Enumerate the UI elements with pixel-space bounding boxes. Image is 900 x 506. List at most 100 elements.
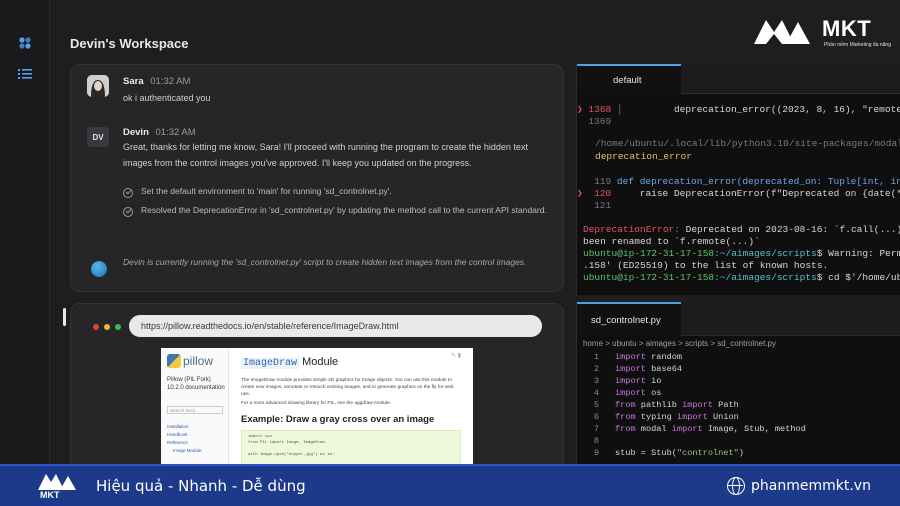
website-link[interactable]: phanmemmkt.vn (751, 478, 871, 494)
window-controls (93, 324, 121, 330)
prompt-user: ubuntu@ip-172-31-17-158 (583, 248, 715, 259)
line-text: def deprecation_error(deprecated_on: Tup… (611, 176, 900, 187)
code-line: 1 import random (593, 352, 683, 362)
checklist-item: Set the default environment to 'main' fo… (141, 186, 392, 196)
message-text: Great, thanks for letting me know, Sara!… (123, 142, 528, 168)
code-line: 2 import base64 (593, 364, 683, 374)
line-gutter: ❯ 1368 (577, 104, 612, 115)
url-bar[interactable]: https://pillow.readthedocs.io/en/stable/… (129, 315, 542, 337)
code-line: 5 from pathlib import Path (593, 400, 739, 410)
screenshot-frame: Devin's Workspace Sara 01:32 AM ok i aut… (0, 0, 900, 506)
check-circle-icon (123, 188, 133, 198)
icon-rail (0, 0, 50, 464)
logo-text: pillow (183, 354, 214, 368)
docs-search-input[interactable]: Search docs (167, 406, 223, 414)
terminal-line: deprecation_error (595, 151, 692, 162)
terminal-panel: default ❯ 1368 │ deprecation_error((2023… (576, 64, 900, 295)
code-line: 4 import os (593, 388, 662, 398)
terminal-line: 119 def deprecation_error(deprecated_on:… (577, 176, 900, 187)
prompt-path: :~/aimages/scripts (714, 248, 817, 259)
terminal-line: ❯ 1368 │ deprecation_error((2023, 8, 16)… (577, 104, 900, 115)
cube-icon[interactable] (16, 34, 34, 52)
terminal-line: DeprecationError: Deprecated on 2023-08-… (583, 224, 900, 235)
code-line: 7 from modal import Image, Stub, method (593, 424, 806, 434)
tab-default[interactable]: default (577, 64, 681, 94)
code-line: 9 stub = Stub("controlnet") (593, 448, 744, 458)
line-text: deprecation_error((2023, 8, 16), "remote… (622, 104, 900, 115)
error-message: Deprecated on 2023-08-16: `f.call(...)` … (685, 224, 900, 235)
line-gutter: ❯ 120 (577, 188, 612, 199)
terminal-line: /home/ubuntu/.local/lib/python3.10/site-… (595, 138, 900, 149)
message-author: Sara (123, 76, 144, 87)
breadcrumb: home > ubuntu > aimages > scripts > sd_c… (583, 339, 777, 348)
list-icon[interactable] (16, 65, 34, 83)
docs-heading: ImageDraw Module (241, 356, 338, 369)
tab-sd-controlnet[interactable]: sd_controlnet.py (577, 302, 681, 336)
maximize-dot[interactable] (115, 324, 121, 330)
terminal-line: 1369 (577, 116, 612, 127)
workspace-title: Devin's Workspace (70, 36, 189, 51)
docs-sidebar: pillow Pillow (PIL Fork) 10.2.0 document… (161, 348, 229, 472)
banner-brand-name: MKT (40, 490, 60, 500)
docs-nav-item[interactable]: Image Module (173, 448, 202, 453)
terminal-line: .158' (ED25519) to the list of known hos… (583, 260, 829, 271)
message-time: 01:32 AM (150, 76, 191, 87)
message-text: ok i authenticated you (123, 93, 211, 103)
docs-paragraph: For a more advanced drawing library for … (241, 401, 392, 406)
status-text: Devin is currently running the 'sd_contr… (123, 257, 527, 267)
brand-logo: MKT Phần mềm Marketing đa năng (752, 12, 892, 52)
prompt-command: $ Warning: Permanently added '10 (816, 248, 900, 259)
docs-version: Pillow (PIL Fork) 10.2.0 documentation (167, 377, 225, 392)
prompt-command: $ cd $'/home/ubuntu/aimages/scripts' (816, 272, 900, 283)
terminal-prompt: ubuntu@ip-172-31-17-158:~/aimages/script… (583, 272, 900, 283)
code-line: with Image.open("hopper.jpg") as im: (248, 453, 335, 457)
chat-panel: Sara 01:32 AM ok i authenticated you DV … (70, 64, 564, 292)
prompt-user: ubuntu@ip-172-31-17-158 (583, 272, 715, 283)
globe-icon (727, 477, 745, 495)
docs-nav-item[interactable]: Installation (167, 424, 189, 429)
editor-tab-bar: sd_controlnet.py (577, 302, 900, 336)
avatar: DV (87, 127, 109, 147)
message-header: Sara 01:32 AM (123, 76, 190, 87)
terminal-prompt: ubuntu@ip-172-31-17-158:~/aimages/script… (583, 248, 900, 259)
check-circle-icon (123, 207, 133, 217)
close-dot[interactable] (93, 324, 99, 330)
message-header: Devin 01:32 AM (123, 127, 196, 138)
checklist-item: Resolved the DeprecationError in 'sd_con… (141, 205, 547, 215)
terminal-tab-bar: default (577, 64, 900, 94)
minimize-dot[interactable] (104, 324, 110, 330)
avatar (87, 75, 109, 97)
devin-status-icon (91, 261, 107, 277)
code-line: 6 from typing import Union (593, 412, 739, 422)
browser-panel: https://pillow.readthedocs.io/en/stable/… (70, 303, 564, 473)
line-gutter: 119 (577, 176, 612, 187)
promo-banner: MKT Hiệu quả - Nhanh - Dễ dùng phanmemmk… (0, 464, 900, 506)
mkt-logo-icon (754, 20, 810, 44)
error-name: DeprecationError: (583, 224, 680, 235)
code-line: 3 import io (593, 376, 662, 386)
line-text: raise DeprecationError(f"Deprecated on {… (611, 188, 900, 199)
code-line: 8 (593, 436, 599, 446)
prompt-path: :~/aimages/scripts (714, 272, 817, 283)
resize-handle[interactable] (63, 308, 66, 326)
terminal-line: ❯ 120 raise DeprecationError(f"Deprecate… (577, 188, 900, 199)
docs-subheading: Example: Draw a gray cross over an image (241, 414, 435, 425)
code-line: import sys (248, 435, 273, 439)
docs-toolbar-icon[interactable]: ✎ ▮ (451, 352, 461, 359)
docs-paragraph: The ImageDraw module provides simple 2D … (241, 378, 454, 398)
code-editor-panel: sd_controlnet.py home > ubuntu > aimages… (576, 302, 900, 468)
message-author: Devin (123, 127, 149, 138)
brand-tagline: Phần mềm Marketing đa năng (824, 42, 891, 48)
brand-name: MKT (822, 16, 872, 41)
docs-content: ✎ ▮ ImageDraw Module The ImageDraw modul… (241, 348, 469, 472)
terminal-line: been renamed to `f.remote(...)` (583, 236, 760, 247)
banner-slogan: Hiệu quả - Nhanh - Dễ dùng (96, 477, 306, 495)
message-time: 01:32 AM (155, 127, 196, 138)
docs-page: pillow Pillow (PIL Fork) 10.2.0 document… (161, 348, 473, 472)
module-code: ImageDraw (241, 358, 300, 369)
docs-nav-item[interactable]: Reference (167, 440, 188, 445)
docs-nav-item[interactable]: Handbook (167, 432, 188, 437)
module-word: Module (302, 356, 339, 368)
terminal-line: 121 (577, 200, 612, 211)
pillow-logo-icon (167, 354, 181, 368)
